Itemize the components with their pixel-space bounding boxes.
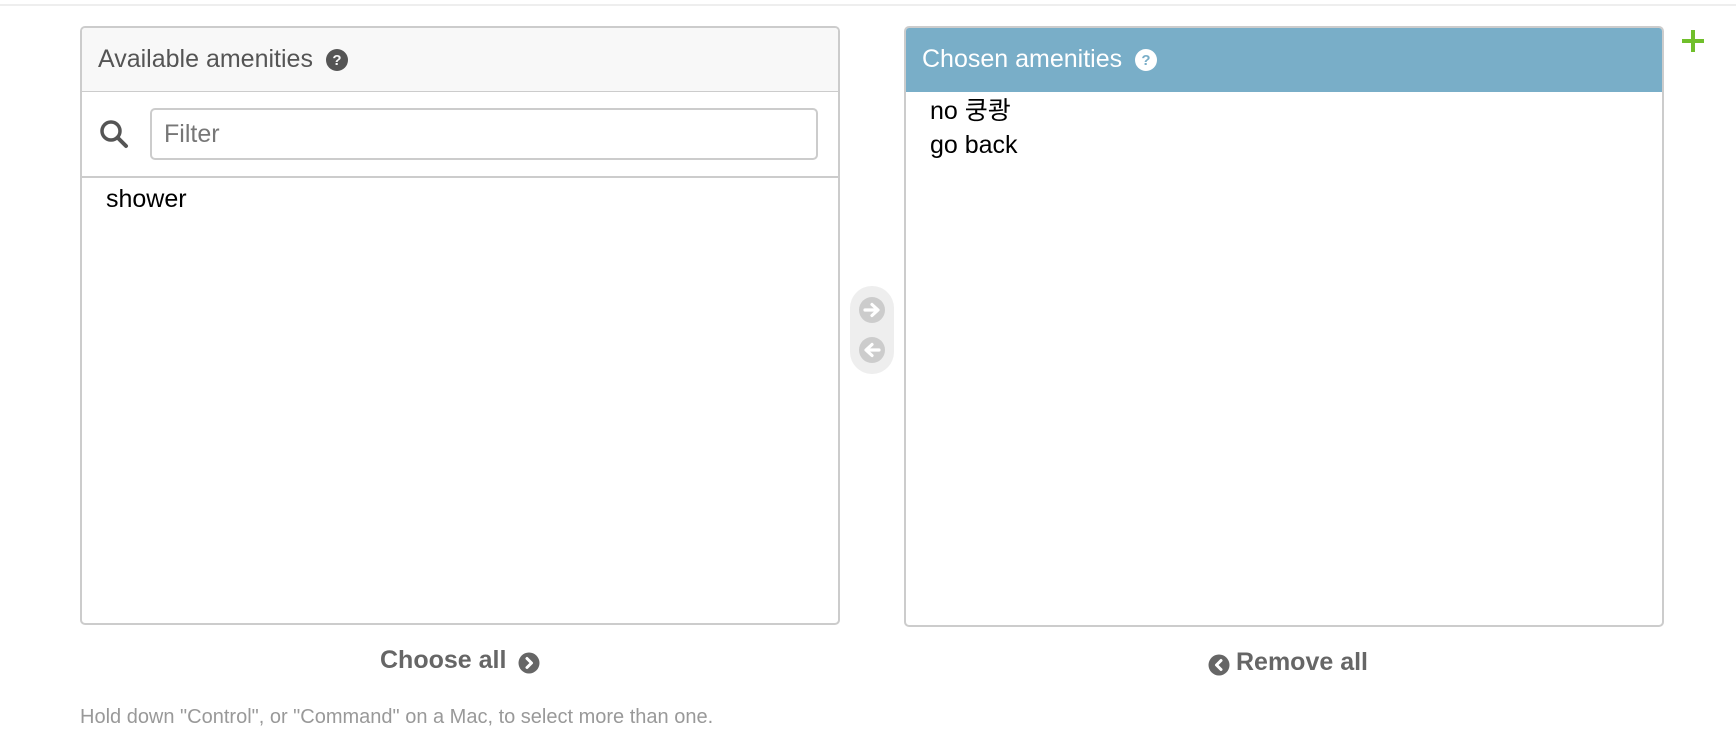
list-item[interactable]: go back [906,128,1662,162]
available-title: Available amenities [98,45,313,73]
choose-all-link[interactable]: Choose all [380,646,540,675]
selector-mover [850,286,894,374]
chosen-list[interactable]: no 쿵쾅 go back [906,92,1662,162]
filter-input[interactable] [150,108,818,160]
chosen-header: Chosen amenities ? [906,28,1662,92]
remove-all-label: Remove all [1236,648,1369,676]
arrow-circle-right-icon[interactable] [858,296,886,324]
question-circle-icon[interactable]: ? [325,48,349,72]
arrow-circle-left-icon[interactable] [858,336,886,364]
svg-text:?: ? [332,52,341,69]
available-selector: Available amenities ? shower [80,26,840,625]
svg-text:?: ? [1142,52,1151,69]
available-list[interactable]: shower [82,178,838,216]
remove-all-link[interactable]: Remove all [1208,648,1368,677]
list-item[interactable]: shower [82,182,838,216]
chosen-selector: Chosen amenities ? no 쿵쾅 go back [904,26,1664,627]
list-item[interactable]: no 쿵쾅 [906,94,1662,128]
chevron-circle-right-icon [518,652,540,674]
plus-icon[interactable] [1682,30,1704,52]
question-circle-icon[interactable]: ? [1134,48,1158,72]
chosen-title: Chosen amenities [922,45,1123,73]
search-icon [98,118,130,150]
help-text: Hold down "Control", or "Command" on a M… [80,706,714,728]
filter-row [82,92,838,178]
top-divider [0,4,1736,6]
available-header: Available amenities ? [82,28,838,92]
chevron-circle-left-icon [1208,654,1230,676]
choose-all-label: Choose all [380,646,507,674]
